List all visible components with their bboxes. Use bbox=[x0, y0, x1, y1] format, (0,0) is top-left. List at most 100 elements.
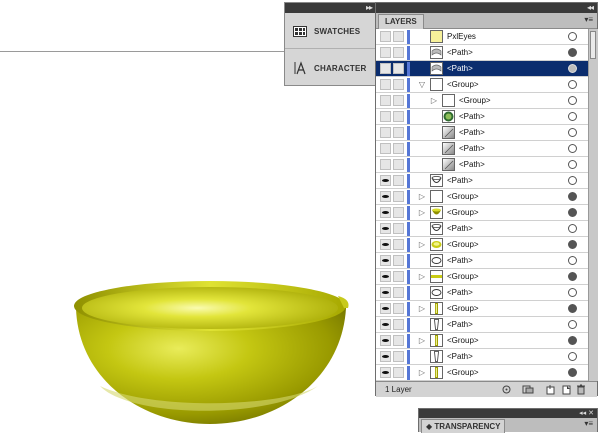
lock-toggle[interactable] bbox=[393, 31, 404, 42]
expand-triangle-icon[interactable]: ▷ bbox=[418, 272, 426, 281]
target-circle-icon[interactable] bbox=[568, 144, 577, 153]
lock-toggle[interactable] bbox=[393, 111, 404, 122]
visibility-eye-icon[interactable] bbox=[380, 191, 391, 202]
lock-toggle[interactable] bbox=[393, 303, 404, 314]
expand-triangle-icon[interactable]: ▷ bbox=[418, 192, 426, 201]
lock-toggle[interactable] bbox=[393, 143, 404, 154]
transparency-title-bar[interactable]: ◂◂ ✕ bbox=[419, 409, 597, 418]
layer-row[interactable]: ▷ <Group> bbox=[376, 189, 588, 205]
layer-row[interactable]: <Path> bbox=[376, 253, 588, 269]
layer-row[interactable]: <Path> bbox=[376, 157, 588, 173]
lock-toggle[interactable] bbox=[393, 159, 404, 170]
lock-toggle[interactable] bbox=[393, 175, 404, 186]
visibility-eye-icon[interactable] bbox=[380, 271, 391, 282]
layer-row[interactable]: <Path> bbox=[376, 317, 588, 333]
target-circle-icon[interactable] bbox=[568, 80, 577, 89]
layer-row[interactable]: <Path> bbox=[376, 173, 588, 189]
target-circle-icon[interactable] bbox=[568, 48, 577, 57]
target-circle-icon[interactable] bbox=[568, 112, 577, 121]
expand-triangle-icon[interactable]: ▷ bbox=[418, 240, 426, 249]
visibility-eye-icon[interactable] bbox=[380, 351, 391, 362]
visibility-eye-icon[interactable] bbox=[380, 239, 391, 250]
olive-bowl-artwork[interactable] bbox=[70, 268, 360, 428]
layers-scrollbar-thumb[interactable] bbox=[590, 31, 596, 59]
visibility-eye-icon[interactable] bbox=[380, 367, 391, 378]
target-circle-icon[interactable] bbox=[568, 224, 577, 233]
lock-toggle[interactable] bbox=[393, 239, 404, 250]
visibility-eye-icon[interactable] bbox=[380, 175, 391, 186]
target-circle-icon[interactable] bbox=[568, 256, 577, 265]
expand-triangle-icon[interactable]: ▷ bbox=[418, 368, 426, 377]
target-circle-icon[interactable] bbox=[568, 336, 577, 345]
layer-row[interactable]: PxlEyes bbox=[376, 29, 588, 45]
lock-toggle[interactable] bbox=[393, 207, 404, 218]
visibility-eye-icon[interactable] bbox=[380, 31, 391, 42]
lock-toggle[interactable] bbox=[393, 223, 404, 234]
layer-row[interactable]: ▷ <Group> bbox=[376, 237, 588, 253]
lock-toggle[interactable] bbox=[393, 255, 404, 266]
target-circle-icon[interactable] bbox=[568, 128, 577, 137]
new-sublayer-icon[interactable] bbox=[544, 384, 556, 395]
layer-row[interactable]: ▷ <Group> bbox=[376, 205, 588, 221]
target-circle-icon[interactable] bbox=[568, 288, 577, 297]
layer-row[interactable]: ▷ <Group> bbox=[376, 333, 588, 349]
layer-row[interactable]: ▷ <Group> bbox=[376, 93, 588, 109]
lock-toggle[interactable] bbox=[393, 335, 404, 346]
lock-toggle[interactable] bbox=[393, 271, 404, 282]
target-circle-icon[interactable] bbox=[568, 64, 577, 73]
target-circle-icon[interactable] bbox=[568, 272, 577, 281]
layers-title-bar[interactable]: ◂◂ bbox=[376, 3, 597, 13]
visibility-eye-icon[interactable] bbox=[380, 47, 391, 58]
visibility-eye-icon[interactable] bbox=[380, 95, 391, 106]
layer-row[interactable]: ▽ <Group> bbox=[376, 77, 588, 93]
layer-row[interactable]: <Path> bbox=[376, 125, 588, 141]
lock-toggle[interactable] bbox=[393, 127, 404, 138]
layer-row[interactable]: ▷ <Group> bbox=[376, 365, 588, 381]
expand-triangle-icon[interactable]: ▷ bbox=[430, 96, 438, 105]
layers-collapse-button[interactable]: ◂◂ bbox=[587, 3, 594, 13]
lock-toggle[interactable] bbox=[393, 319, 404, 330]
lock-toggle[interactable] bbox=[393, 191, 404, 202]
target-circle-icon[interactable] bbox=[568, 96, 577, 105]
target-circle-icon[interactable] bbox=[568, 304, 577, 313]
visibility-eye-icon[interactable] bbox=[380, 287, 391, 298]
lock-toggle[interactable] bbox=[393, 79, 404, 90]
transparency-window-controls[interactable]: ◂◂ ✕ bbox=[579, 409, 594, 418]
layers-panel-menu-button[interactable]: ▾≡ bbox=[584, 15, 593, 24]
tab-transparency[interactable]: ◆ TRANSPARENCY bbox=[421, 419, 506, 433]
lock-toggle[interactable] bbox=[393, 47, 404, 58]
trash-icon[interactable] bbox=[575, 384, 587, 395]
new-layer-icon[interactable] bbox=[560, 384, 572, 395]
expand-triangle-icon[interactable]: ▷ bbox=[418, 304, 426, 313]
visibility-eye-icon[interactable] bbox=[380, 143, 391, 154]
expand-triangle-icon[interactable]: ▷ bbox=[418, 208, 426, 217]
layer-row[interactable]: ▷ <Group> bbox=[376, 301, 588, 317]
layer-row[interactable]: <Path> bbox=[376, 221, 588, 237]
target-circle-icon[interactable] bbox=[568, 32, 577, 41]
visibility-eye-icon[interactable] bbox=[380, 79, 391, 90]
layer-row[interactable]: <Path> bbox=[376, 109, 588, 125]
collapse-triangle-icon[interactable]: ▽ bbox=[418, 80, 426, 89]
layer-row[interactable]: ▷ <Group> bbox=[376, 269, 588, 285]
visibility-eye-icon[interactable] bbox=[380, 111, 391, 122]
dock-expand-button[interactable]: ▸▸ bbox=[366, 3, 373, 13]
transparency-panel-menu-button[interactable]: ▾≡ bbox=[584, 419, 593, 428]
target-circle-icon[interactable] bbox=[568, 192, 577, 201]
dock-title-bar[interactable]: ▸▸ bbox=[285, 3, 376, 13]
lock-toggle[interactable] bbox=[393, 351, 404, 362]
target-circle-icon[interactable] bbox=[568, 368, 577, 377]
visibility-eye-icon[interactable] bbox=[380, 159, 391, 170]
target-circle-icon[interactable] bbox=[568, 240, 577, 249]
visibility-eye-icon[interactable] bbox=[380, 319, 391, 330]
target-circle-icon[interactable] bbox=[568, 176, 577, 185]
layer-row[interactable]: <Path> bbox=[376, 61, 588, 77]
layer-row[interactable]: <Path> bbox=[376, 141, 588, 157]
lock-toggle[interactable] bbox=[393, 367, 404, 378]
locate-object-icon[interactable] bbox=[500, 384, 512, 395]
visibility-eye-icon[interactable] bbox=[380, 335, 391, 346]
tab-layers[interactable]: LAYERS bbox=[378, 14, 424, 29]
make-clipping-mask-icon[interactable] bbox=[522, 384, 534, 395]
layer-row[interactable]: <Path> bbox=[376, 285, 588, 301]
visibility-eye-icon[interactable] bbox=[380, 303, 391, 314]
target-circle-icon[interactable] bbox=[568, 160, 577, 169]
